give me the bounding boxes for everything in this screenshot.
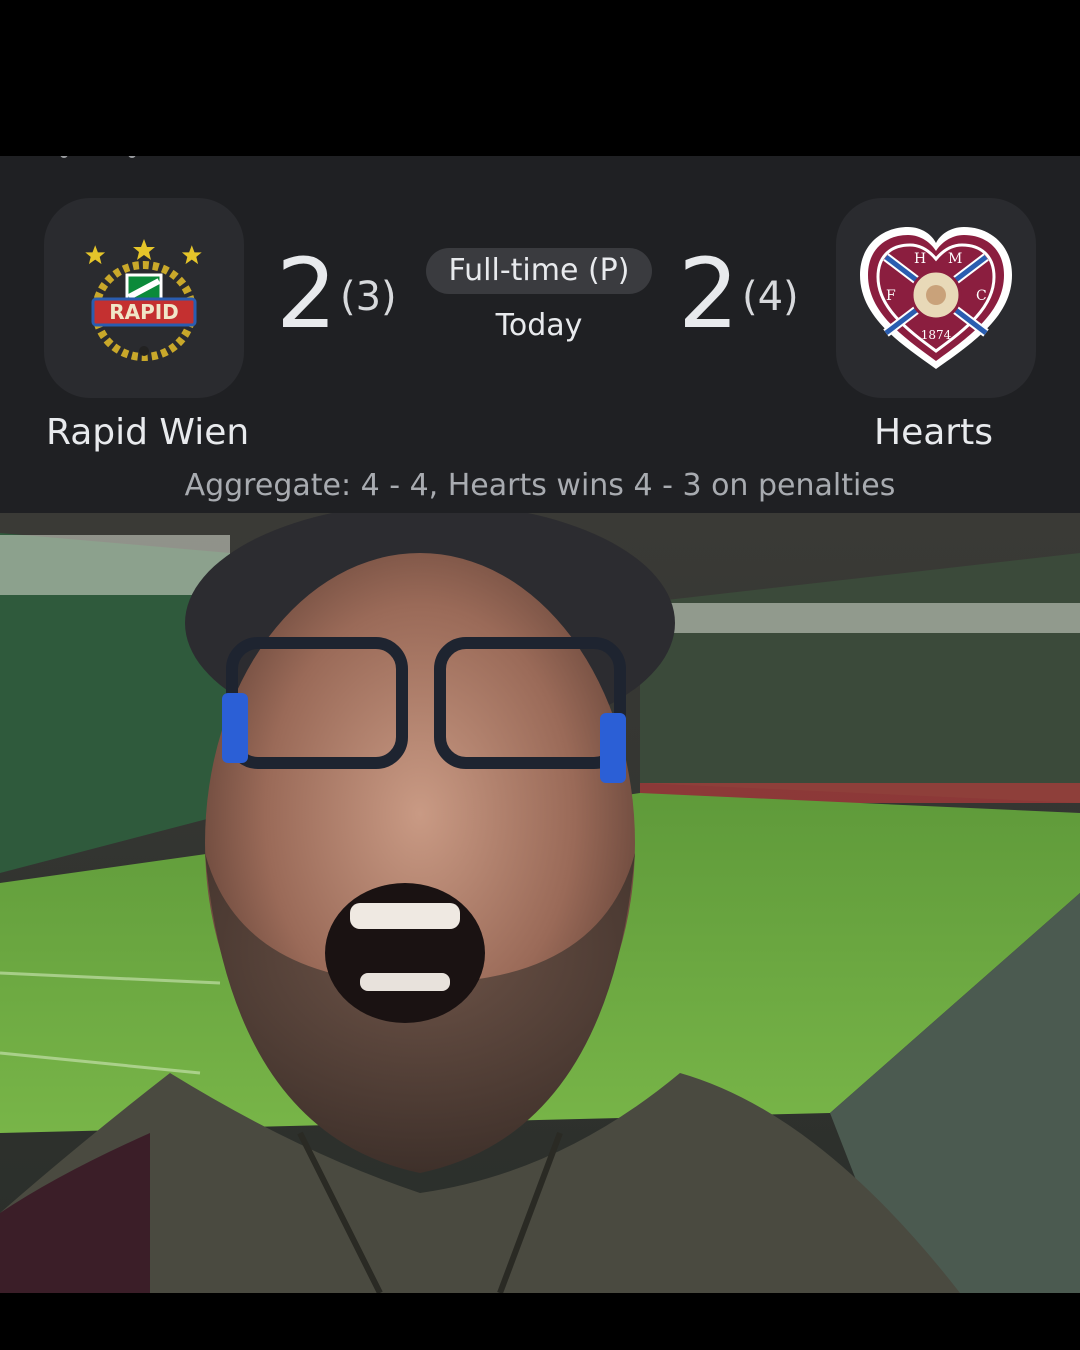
svg-text:M: M <box>948 251 962 267</box>
home-team-name[interactable]: Rapid Wien <box>46 410 249 456</box>
match-status-badge: Full-time (P) <box>426 248 652 294</box>
stadium-selfie-photo <box>0 513 1080 1293</box>
match-scorecard[interactable]: RAPID 2 (3) Full-time (P) Today 2 (4) H … <box>0 156 1080 513</box>
svg-text:C: C <box>976 288 987 304</box>
away-team-name[interactable]: Hearts <box>874 410 993 456</box>
svg-text:F: F <box>886 288 896 304</box>
top-letterbox <box>0 0 1080 156</box>
svg-text:H: H <box>914 251 926 267</box>
home-penalty-score: (3) <box>340 274 397 320</box>
aggregate-summary: Aggregate: 4 - 4, Hearts wins 4 - 3 on p… <box>184 468 896 503</box>
home-team-crest[interactable]: RAPID <box>44 198 244 398</box>
rapid-wien-crest-icon: RAPID <box>85 239 202 361</box>
bottom-letterbox <box>0 1293 1080 1350</box>
match-date: Today <box>495 308 583 343</box>
svg-text:1874: 1874 <box>921 328 952 342</box>
clipped-header-text <box>60 156 260 158</box>
away-score: 2 <box>678 238 739 350</box>
away-penalty-score: (4) <box>742 274 799 320</box>
svg-text:RAPID: RAPID <box>109 300 179 324</box>
home-score: 2 <box>276 238 337 350</box>
hearts-crest-icon: H M F C 1874 <box>860 227 1012 369</box>
stadium-scene-image <box>0 513 1080 1293</box>
away-team-crest[interactable]: H M F C 1874 <box>836 198 1036 398</box>
